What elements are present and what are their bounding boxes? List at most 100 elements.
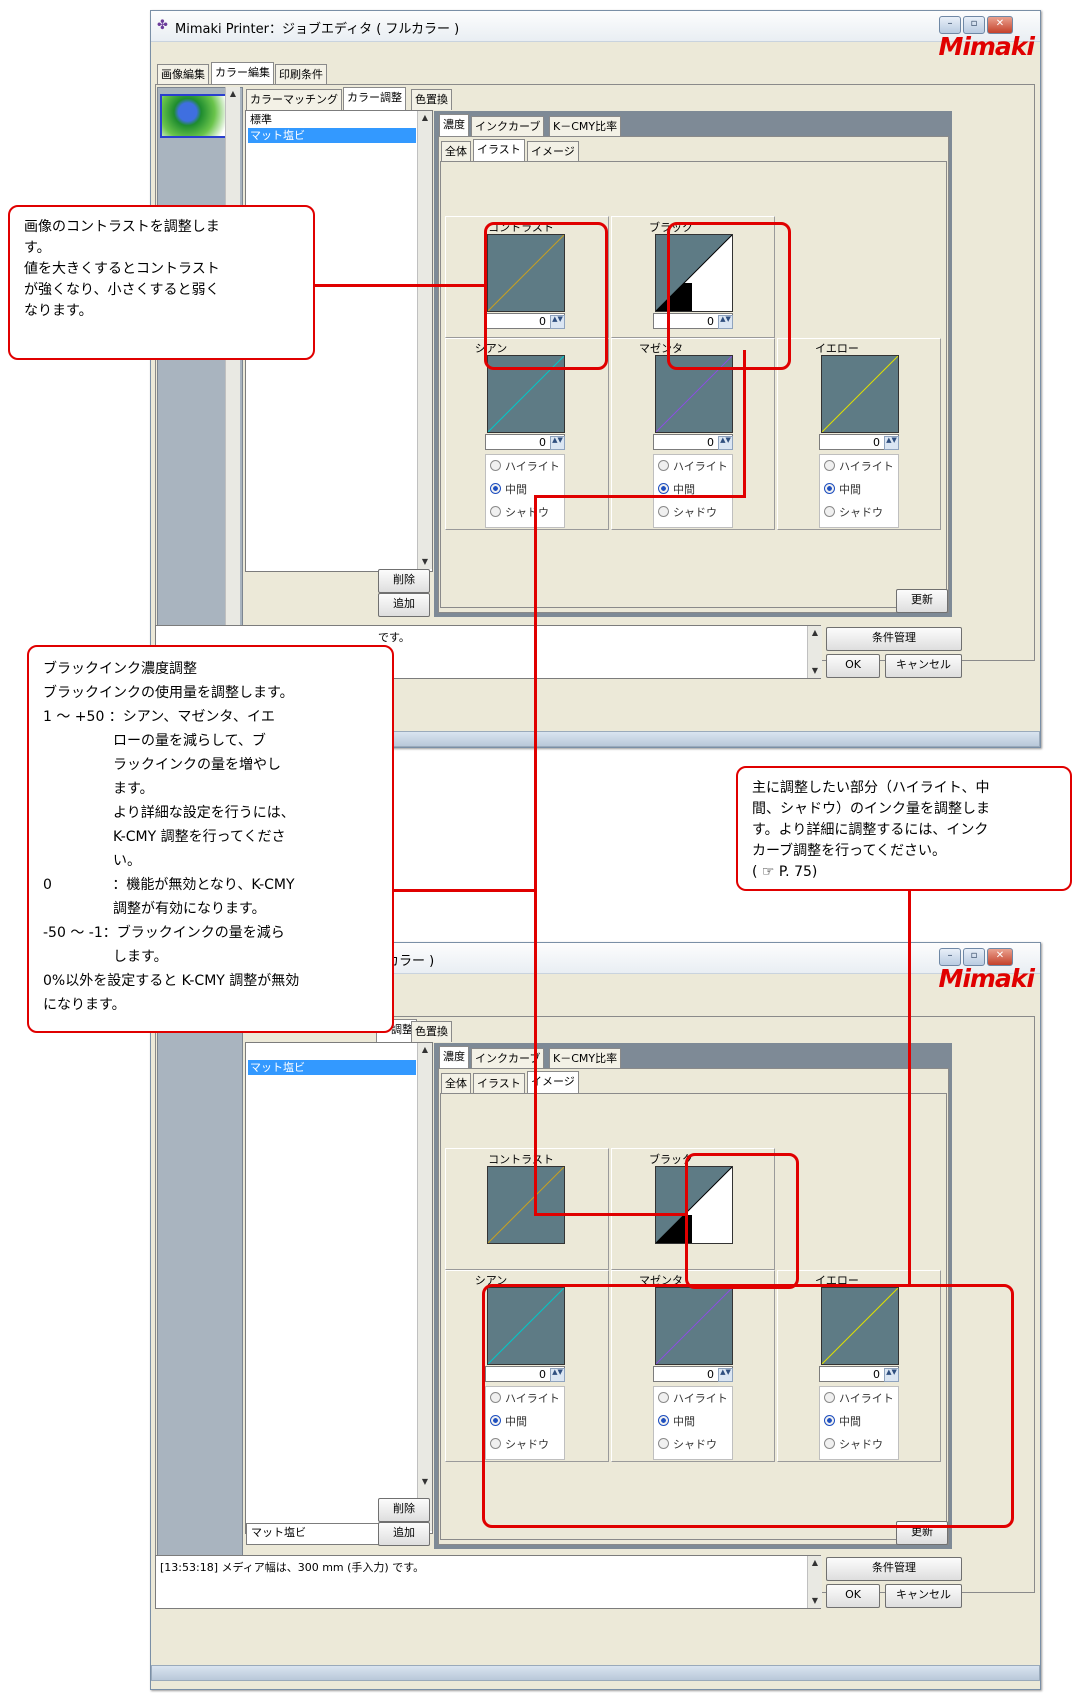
- connector-line: [315, 284, 485, 287]
- callout-line: になります。: [43, 997, 126, 1013]
- profile-list[interactable]: マット塩ビ ▲ ▼: [245, 1042, 433, 1534]
- log-scrollbar[interactable]: ▲ ▼: [807, 1556, 822, 1608]
- radio-mid[interactable]: 中間: [490, 481, 527, 499]
- callout-contrast: 画像のコントラストを調整しま す。 値を大きくするとコントラスト が強くなり、小…: [8, 205, 315, 360]
- callout-line: 0%以外を設定すると K-CMY 調整が無効: [43, 973, 300, 989]
- connector-line: [534, 495, 746, 498]
- title-bar: ✤ Mimaki Printer：ジョブエディタ ( フルカラー ) – ▫ ✕: [151, 11, 1040, 42]
- scroll-down-icon[interactable]: ▼: [418, 1475, 432, 1489]
- tab-ink-curve[interactable]: インクカーブ: [471, 116, 545, 137]
- tab-color-replace[interactable]: 色置換: [411, 89, 452, 110]
- radio-highlight[interactable]: ハイライト: [490, 458, 560, 476]
- radio-shadow[interactable]: シャドウ: [824, 504, 883, 522]
- list-scrollbar[interactable]: ▲ ▼: [417, 111, 432, 569]
- list-item-matte-pvc[interactable]: マット塩ビ: [248, 128, 416, 143]
- connector-line: [743, 350, 746, 497]
- thumbnail-scrollbar[interactable]: ▲: [225, 87, 240, 647]
- ok-button[interactable]: OK: [826, 654, 880, 678]
- message-text: [13:53:18] メディア幅は、300 mm (手入力) です。: [160, 1561, 425, 1574]
- radio-off-icon: [490, 506, 501, 517]
- callout-line: 画像のコントラストを調整しま: [24, 219, 220, 235]
- update-button[interactable]: 更新: [896, 589, 948, 613]
- tab-illust[interactable]: イラスト: [473, 139, 525, 162]
- scroll-up-icon[interactable]: ▲: [418, 111, 432, 125]
- scroll-up-icon[interactable]: ▲: [226, 87, 240, 101]
- tab-all[interactable]: 全体: [441, 141, 471, 162]
- scroll-down-icon[interactable]: ▼: [418, 555, 432, 569]
- cancel-button[interactable]: キャンセル: [885, 654, 962, 678]
- tab-illust[interactable]: イラスト: [473, 1073, 525, 1094]
- callout-line: ラックインクの量を増やし: [43, 757, 281, 773]
- condition-manage-button[interactable]: 条件管理: [826, 1557, 962, 1581]
- add-button[interactable]: 追加: [378, 1522, 430, 1546]
- add-button[interactable]: 追加: [378, 593, 430, 617]
- radio-shadow[interactable]: シャドウ: [490, 504, 549, 522]
- scroll-down-icon[interactable]: ▼: [808, 1594, 822, 1608]
- delete-button[interactable]: 削除: [378, 1498, 430, 1522]
- tab-color-edit[interactable]: カラー編集: [211, 62, 274, 85]
- message-text: です。: [378, 631, 410, 644]
- callout-cmy: 主に調整したい部分（ハイライト、中 間、シャドウ）のインク量を調整しま す。より…: [736, 766, 1072, 891]
- radio-shadow[interactable]: シャドウ: [658, 504, 717, 522]
- yellow-range-group: ハイライト 中間 シャドウ: [819, 454, 899, 528]
- radio-on-icon: [658, 483, 669, 494]
- window-title: Mimaki Printer：ジョブエディタ ( フルカラー ): [175, 22, 460, 37]
- connector-line: [534, 1213, 687, 1216]
- contrast-curve: [487, 1166, 565, 1244]
- tab-k-cmy-ratio[interactable]: K－CMY比率: [549, 116, 622, 137]
- callout-black-ink: ブラックインク濃度調整 ブラックインクの使用量を調整します。 1 ～ +50 ：…: [27, 645, 394, 1033]
- tab-color-replace[interactable]: 色置換: [411, 1021, 452, 1042]
- tab-color-matching[interactable]: カラーマッチング: [246, 89, 342, 110]
- radio-highlight[interactable]: ハイライト: [658, 458, 728, 476]
- highlight-black-2: [685, 1153, 799, 1289]
- list-item-standard[interactable]: 標準: [248, 112, 416, 127]
- scroll-down-icon[interactable]: ▼: [808, 664, 822, 678]
- profile-name-field[interactable]: マット塩ビ: [246, 1523, 380, 1545]
- list-scrollbar[interactable]: ▲ ▼: [417, 1043, 432, 1531]
- callout-line: K-CMY 調整を行ってくださ: [43, 829, 286, 845]
- tab-color-adjust[interactable]: カラー調整: [343, 87, 406, 110]
- yellow-curve: [821, 355, 899, 433]
- delete-button[interactable]: 削除: [378, 569, 430, 593]
- ok-button[interactable]: OK: [826, 1584, 880, 1608]
- highlight-cmy-group: [482, 1284, 1014, 1528]
- tab-all[interactable]: 全体: [441, 1073, 471, 1094]
- callout-line: 1 ～ +50 ：シアン、マゼンタ、イエ: [43, 709, 275, 725]
- list-item-matte-pvc[interactable]: マット塩ビ: [248, 1060, 416, 1075]
- spin-arrows-icon[interactable]: ▲▼: [550, 436, 565, 450]
- log-scrollbar[interactable]: ▲ ▼: [807, 626, 822, 678]
- mimaki-logo: Mimaki: [938, 32, 1035, 61]
- highlight-black: [667, 222, 791, 370]
- callout-line: なります。: [24, 303, 93, 319]
- callout-line: 間、シャドウ）のインク量を調整しま: [752, 801, 990, 817]
- tab-density[interactable]: 濃度: [439, 1046, 469, 1069]
- tab-image[interactable]: イメージ: [527, 141, 579, 162]
- magenta-range-group: ハイライト 中間 シャドウ: [653, 454, 733, 528]
- radio-highlight[interactable]: ハイライト: [824, 458, 894, 476]
- thumbnail-image[interactable]: [160, 94, 228, 138]
- tab-image-edit[interactable]: 画像編集: [157, 64, 209, 85]
- status-bar: [151, 1665, 1040, 1681]
- callout-line: ブラックインクの使用量を調整します。: [43, 685, 294, 701]
- radio-mid[interactable]: 中間: [824, 481, 861, 499]
- callout-line: 主に調整したい部分（ハイライト、中: [752, 780, 990, 796]
- scroll-up-icon[interactable]: ▲: [808, 626, 822, 640]
- callout-line: す。より詳細に調整するには、インク: [752, 822, 989, 838]
- tab-density[interactable]: 濃度: [439, 114, 469, 137]
- callout-line: します。: [43, 949, 168, 965]
- tab-k-cmy-ratio[interactable]: K－CMY比率: [549, 1048, 622, 1069]
- callout-line: い。: [43, 853, 141, 869]
- callout-line: ( ☞ P. 75): [752, 864, 818, 880]
- spin-arrows-icon[interactable]: ▲▼: [718, 436, 733, 450]
- connector-line: [392, 889, 536, 892]
- scroll-up-icon[interactable]: ▲: [808, 1556, 822, 1570]
- tab-print-condition[interactable]: 印刷条件: [275, 64, 327, 85]
- mimaki-logo: Mimaki: [938, 964, 1035, 993]
- condition-manage-button[interactable]: 条件管理: [826, 627, 962, 651]
- spin-arrows-icon[interactable]: ▲▼: [884, 436, 899, 450]
- scroll-up-icon[interactable]: ▲: [418, 1043, 432, 1057]
- connector-line: [534, 495, 537, 1215]
- cancel-button[interactable]: キャンセル: [885, 1584, 962, 1608]
- callout-line: より詳細な設定を行うには、: [43, 805, 295, 821]
- contrast-label: コントラスト: [488, 1153, 554, 1166]
